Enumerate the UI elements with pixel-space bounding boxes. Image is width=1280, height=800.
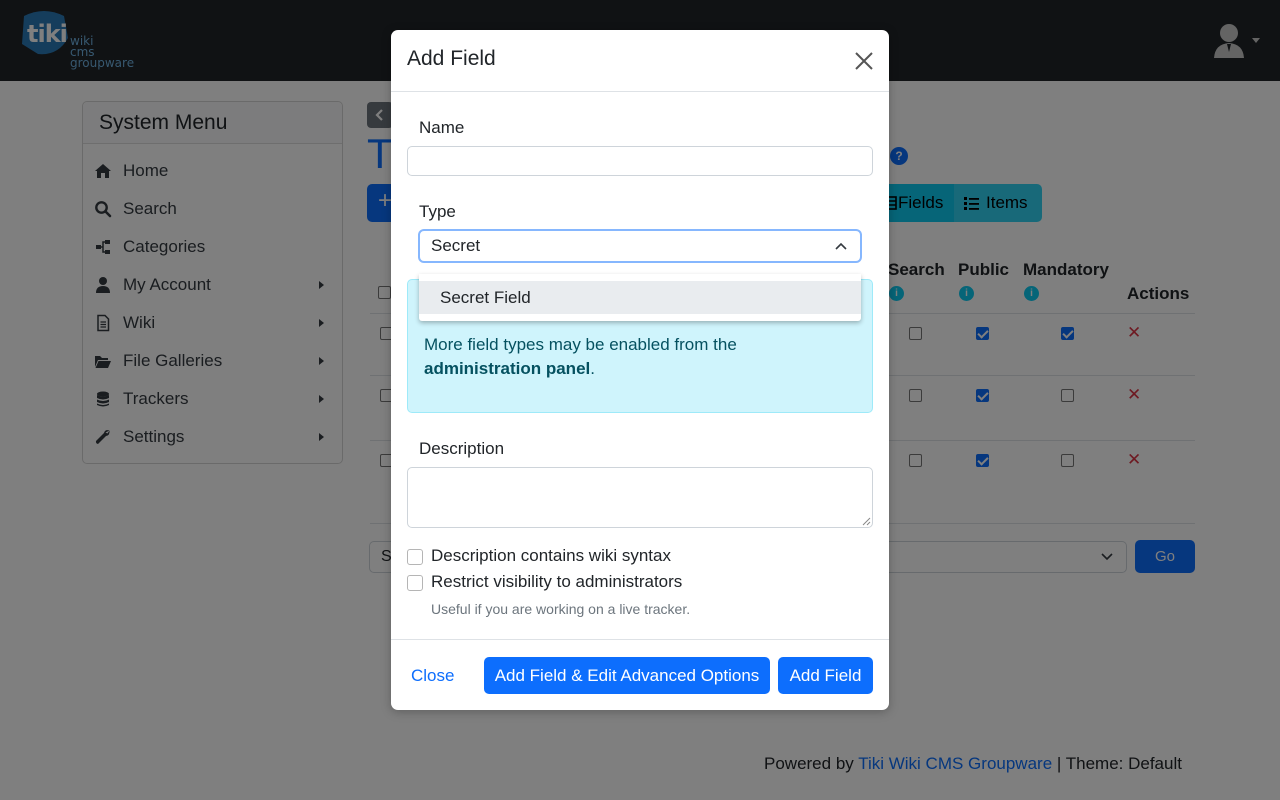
restrict-visibility-checkbox[interactable]	[407, 575, 423, 591]
description-label: Description	[419, 439, 505, 458]
administration-panel-link[interactable]: administration panel	[424, 359, 590, 378]
close-icon[interactable]	[854, 51, 874, 71]
name-label: Name	[419, 118, 465, 137]
name-input[interactable]	[407, 146, 873, 176]
chevron-up-icon	[835, 242, 847, 250]
dropdown-option-secret-field[interactable]: Secret Field	[419, 281, 861, 314]
resize-handle-icon[interactable]	[862, 517, 871, 526]
type-select[interactable]: Secret	[419, 230, 861, 262]
add-field-modal: Add Field Name Type More field types may…	[391, 30, 889, 710]
alert-text: More field types may be enabled from the…	[424, 335, 737, 378]
modal-footer: Close Add Field & Edit Advanced Options …	[391, 639, 889, 710]
add-field-advanced-button[interactable]: Add Field & Edit Advanced Options	[484, 657, 770, 694]
description-textarea[interactable]	[407, 467, 873, 528]
modal-title: Add Field	[407, 47, 496, 70]
type-dropdown-menu: Secret Field	[419, 274, 861, 321]
restrict-visibility-label[interactable]: Restrict visibility to administrators	[431, 572, 682, 592]
modal-header: Add Field	[391, 30, 889, 92]
wiki-syntax-checkbox[interactable]	[407, 549, 423, 565]
type-label: Type	[419, 202, 456, 221]
restrict-visibility-hint: Useful if you are working on a live trac…	[431, 601, 691, 617]
add-field-button[interactable]: Add Field	[778, 657, 873, 694]
wiki-syntax-label[interactable]: Description contains wiki syntax	[431, 546, 671, 566]
close-button[interactable]: Close	[411, 666, 454, 686]
